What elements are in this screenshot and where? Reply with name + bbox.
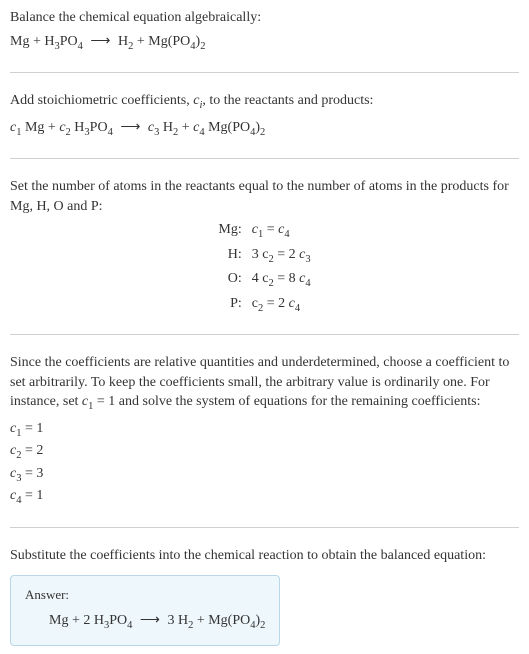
section-add-coefficients: Add stoichiometric coefficients, ci, to … <box>10 91 519 159</box>
intro-text: Substitute the coefficients into the che… <box>10 546 519 566</box>
product-h2-h: H <box>118 34 128 49</box>
intro-text: Balance the chemical equation algebraica… <box>10 8 519 28</box>
reactant-mg: Mg <box>10 34 29 49</box>
coefficient-values: c1 = 1 c2 = 2 c3 = 3 c4 = 1 <box>10 419 519 509</box>
section-answer: Substitute the coefficients into the che… <box>10 546 519 646</box>
row-label-o: O: <box>10 269 242 291</box>
c3-value: c3 = 3 <box>10 464 519 486</box>
balanced-equation: Mg + 2 H3PO4 ⟶ 3 H2 + Mg(PO4)2 <box>25 611 265 633</box>
plus: + <box>29 34 44 49</box>
section-atom-balance: Set the number of atoms in the reactants… <box>10 177 519 335</box>
c1-value: c1 = 1 <box>10 419 519 441</box>
reaction-arrow: ⟶ <box>86 32 114 52</box>
row-eq-p: c2 = 2 c4 <box>252 294 519 316</box>
sub-2: 2 <box>200 40 205 51</box>
reaction-arrow: ⟶ <box>116 118 144 138</box>
plus: + <box>133 34 148 49</box>
row-label-mg: Mg: <box>10 220 242 242</box>
coefficient-equation: c1 Mg + c2 H3PO4 ⟶ c3 H2 + c4 Mg(PO4)2 <box>10 118 519 140</box>
section-solve: Since the coefficients are relative quan… <box>10 353 519 528</box>
c4-value: c4 = 1 <box>10 486 519 508</box>
row-label-h: H: <box>10 245 242 267</box>
reactant-h3po4-h: H <box>44 34 54 49</box>
intro-text: Add stoichiometric coefficients, ci, to … <box>10 91 519 113</box>
row-eq-mg: c1 = c4 <box>252 220 519 242</box>
reaction-arrow: ⟶ <box>136 611 164 631</box>
sub-4: 4 <box>78 40 83 51</box>
answer-box: Answer: Mg + 2 H3PO4 ⟶ 3 H2 + Mg(PO4)2 <box>10 575 280 646</box>
row-label-p: P: <box>10 294 242 316</box>
row-eq-o: 4 c2 = 8 c4 <box>252 269 519 291</box>
atom-balance-table: Mg: c1 = c4 H: 3 c2 = 2 c3 O: 4 c2 = 8 c… <box>10 220 519 316</box>
intro-text: Since the coefficients are relative quan… <box>10 353 519 415</box>
answer-label: Answer: <box>25 586 265 604</box>
product-mgpo4: Mg(PO <box>148 34 190 49</box>
section-balance-intro: Balance the chemical equation algebraica… <box>10 8 519 73</box>
row-eq-h: 3 c2 = 2 c3 <box>252 245 519 267</box>
reactant-h3po4-po: PO <box>60 34 78 49</box>
intro-text: Set the number of atoms in the reactants… <box>10 177 519 216</box>
unbalanced-equation: Mg + H3PO4 ⟶ H2 + Mg(PO4)2 <box>10 32 519 54</box>
c2-value: c2 = 2 <box>10 441 519 463</box>
